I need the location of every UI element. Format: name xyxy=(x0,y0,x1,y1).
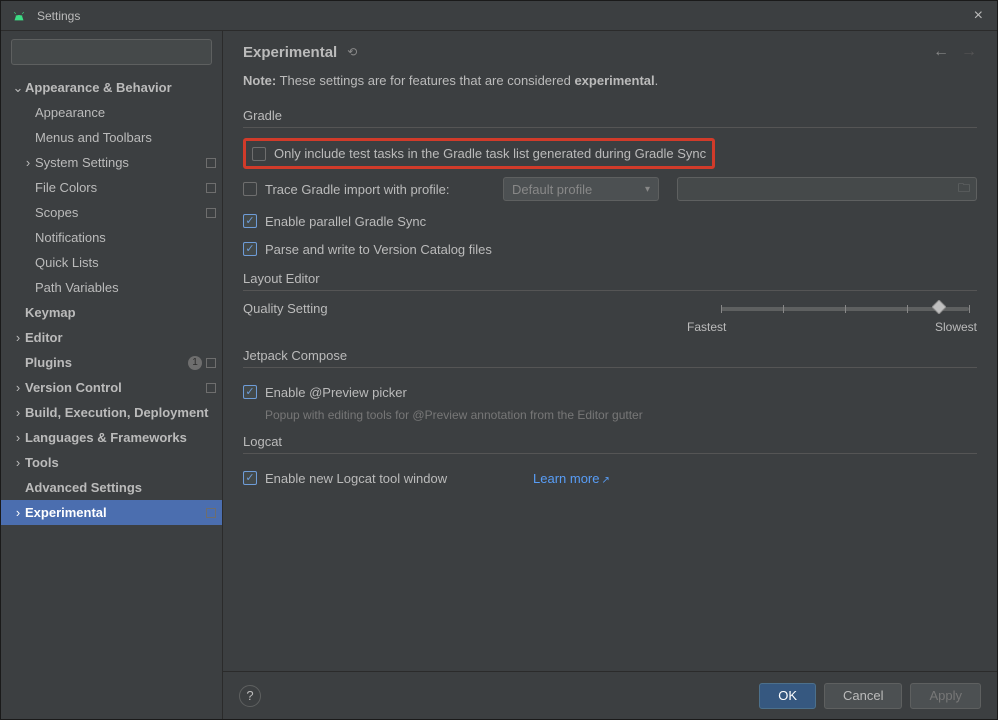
project-scope-icon xyxy=(206,158,216,168)
tree-label: Scopes xyxy=(35,205,206,220)
window-title: Settings xyxy=(37,9,80,23)
cancel-button[interactable]: Cancel xyxy=(824,683,902,709)
note-text: Note: These settings are for features th… xyxy=(243,73,977,88)
label-slowest: Slowest xyxy=(935,320,977,334)
page-title: Experimental xyxy=(243,44,337,61)
label-fastest: Fastest xyxy=(687,320,726,334)
help-button[interactable]: ? xyxy=(239,685,261,707)
tree-item-appearance-behavior[interactable]: ⌄Appearance & Behavior xyxy=(1,75,222,100)
settings-tree: ⌄Appearance & Behavior Appearance Menus an… xyxy=(1,73,222,719)
checkbox-enable-preview[interactable] xyxy=(243,385,257,399)
tree-label: Appearance & Behavior xyxy=(25,80,222,95)
hint-preview: Popup with editing tools for @Preview an… xyxy=(265,408,977,422)
tree-label: Build, Execution, Deployment xyxy=(25,405,222,420)
tree-item-experimental[interactable]: ›Experimental xyxy=(1,500,222,525)
tree-item-notifications[interactable]: Notifications xyxy=(1,225,222,250)
ok-button[interactable]: OK xyxy=(759,683,816,709)
chevron-right-icon: › xyxy=(11,380,25,395)
link-learn-more[interactable]: Learn more↗ xyxy=(533,471,610,486)
chevron-right-icon: › xyxy=(11,330,25,345)
tree-label: Advanced Settings xyxy=(25,480,222,495)
tree-item-appearance[interactable]: Appearance xyxy=(1,100,222,125)
highlight-only-test-tasks: Only include test tasks in the Gradle ta… xyxy=(243,138,715,169)
tree-item-scopes[interactable]: Scopes xyxy=(1,200,222,225)
checkbox-trace-import[interactable] xyxy=(243,182,257,196)
tree-item-keymap[interactable]: Keymap xyxy=(1,300,222,325)
chevron-right-icon: › xyxy=(11,505,25,520)
chevron-right-icon: › xyxy=(11,430,25,445)
tree-label: System Settings xyxy=(35,155,206,170)
label-trace-import: Trace Gradle import with profile: xyxy=(265,182,503,197)
tree-label: Plugins xyxy=(25,355,188,370)
tree-label: File Colors xyxy=(35,180,206,195)
tree-item-plugins[interactable]: Plugins1 xyxy=(1,350,222,375)
tree-label: Path Variables xyxy=(35,280,222,295)
section-logcat: Logcat xyxy=(243,434,977,449)
tree-label: Notifications xyxy=(35,230,222,245)
project-scope-icon xyxy=(206,508,216,518)
tree-item-tools[interactable]: ›Tools xyxy=(1,450,222,475)
chevron-down-icon: ▾ xyxy=(645,184,650,195)
close-icon[interactable]: × xyxy=(970,7,987,25)
tree-item-build[interactable]: ›Build, Execution, Deployment xyxy=(1,400,222,425)
sidebar: ⌕ ⌄Appearance & BehaviorAppearanceMenus … xyxy=(1,31,223,719)
chevron-down-icon: ⌄ xyxy=(11,80,25,96)
label-enable-logcat: Enable new Logcat tool window xyxy=(265,471,533,486)
tree-label: Tools xyxy=(25,455,222,470)
project-scope-icon xyxy=(206,208,216,218)
nav-forward-icon[interactable]: → xyxy=(961,43,977,61)
label-quality-setting: Quality Setting xyxy=(243,301,328,316)
search-input[interactable] xyxy=(11,39,212,65)
project-scope-icon xyxy=(206,183,216,193)
tree-item-menus-toolbars[interactable]: Menus and Toolbars xyxy=(1,125,222,150)
tree-label: Version Control xyxy=(25,380,206,395)
checkbox-parallel-sync[interactable] xyxy=(243,214,257,228)
label-only-test-tasks: Only include test tasks in the Gradle ta… xyxy=(274,146,706,161)
tree-item-editor[interactable]: ›Editor xyxy=(1,325,222,350)
profile-path-input[interactable]: 🗀 xyxy=(677,177,977,201)
badge: 1 xyxy=(188,356,202,370)
label-version-catalog: Parse and write to Version Catalog files xyxy=(265,242,492,257)
section-layout-editor: Layout Editor xyxy=(243,271,977,286)
project-scope-icon xyxy=(206,358,216,368)
tree-item-languages[interactable]: ›Languages & Frameworks xyxy=(1,425,222,450)
tree-item-advanced[interactable]: Advanced Settings xyxy=(1,475,222,500)
chevron-right-icon: › xyxy=(21,155,35,170)
reset-icon[interactable]: ⟲ xyxy=(347,45,357,59)
tree-item-system-settings[interactable]: ›System Settings xyxy=(1,150,222,175)
chevron-right-icon: › xyxy=(11,405,25,420)
tree-label: Keymap xyxy=(25,305,222,320)
apply-button[interactable]: Apply xyxy=(910,683,981,709)
quality-slider[interactable] xyxy=(721,307,969,311)
section-gradle: Gradle xyxy=(243,108,977,123)
checkbox-only-test-tasks[interactable] xyxy=(252,147,266,161)
tree-item-path-variables[interactable]: Path Variables xyxy=(1,275,222,300)
checkbox-version-catalog[interactable] xyxy=(243,242,257,256)
section-jetpack: Jetpack Compose xyxy=(243,348,977,363)
checkbox-enable-logcat[interactable] xyxy=(243,471,257,485)
app-icon xyxy=(11,8,27,24)
footer: ? OK Cancel Apply xyxy=(223,671,997,719)
folder-icon[interactable]: 🗀 xyxy=(958,179,970,200)
chevron-right-icon: › xyxy=(11,455,25,470)
tree-label: Appearance xyxy=(35,105,222,120)
tree-label: Languages & Frameworks xyxy=(25,430,222,445)
tree-item-version-control[interactable]: ›Version Control xyxy=(1,375,222,400)
tree-label: Experimental xyxy=(25,505,206,520)
tree-label: Quick Lists xyxy=(35,255,222,270)
external-link-icon: ↗ xyxy=(601,475,609,486)
label-enable-preview: Enable @Preview picker xyxy=(265,385,407,400)
tree-label: Editor xyxy=(25,330,222,345)
project-scope-icon xyxy=(206,383,216,393)
titlebar: Settings × xyxy=(1,1,997,31)
nav-back-icon[interactable]: ← xyxy=(933,43,949,61)
tree-item-file-colors[interactable]: File Colors xyxy=(1,175,222,200)
slider-thumb-icon xyxy=(932,300,946,314)
dropdown-profile[interactable]: Default profile ▾ xyxy=(503,177,659,201)
label-parallel-sync: Enable parallel Gradle Sync xyxy=(265,214,426,229)
tree-item-quick-lists[interactable]: Quick Lists xyxy=(1,250,222,275)
content-header: Experimental ⟲ ← → xyxy=(223,31,997,67)
tree-label: Menus and Toolbars xyxy=(35,130,222,145)
